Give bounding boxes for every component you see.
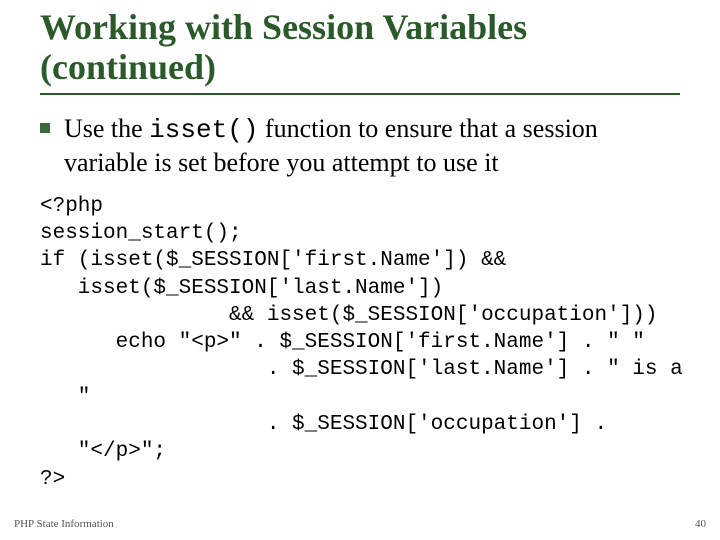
code-block: <?php session_start(); if (isset($_SESSI… — [40, 193, 680, 493]
square-bullet-icon — [40, 123, 50, 133]
slide-title: Working with Session Variables (continue… — [40, 8, 680, 95]
code-line: . $_SESSION['occupation'] . — [40, 413, 607, 436]
bullet-text: Use the isset() function to ensure that … — [64, 113, 680, 178]
code-line: " — [40, 386, 90, 409]
code-line: session_start(); — [40, 222, 242, 245]
slide: Working with Session Variables (continue… — [0, 0, 720, 540]
code-line: "</p>"; — [40, 440, 166, 463]
code-line: <?php — [40, 195, 103, 218]
slide-number: 40 — [695, 518, 706, 530]
code-line: echo "<p>" . $_SESSION['first.Name'] . "… — [40, 331, 645, 354]
bullet-text-pre: Use the — [64, 114, 149, 143]
code-line: && isset($_SESSION['occupation'])) — [40, 304, 658, 327]
code-line: ?> — [40, 468, 65, 491]
code-line: if (isset($_SESSION['first.Name']) && — [40, 249, 506, 272]
code-line: . $_SESSION['last.Name'] . " is a — [40, 358, 683, 381]
code-line: isset($_SESSION['last.Name']) — [40, 277, 443, 300]
bullet-text-code: isset() — [149, 115, 258, 145]
footer-left: PHP State Information — [14, 518, 114, 530]
bullet-row: Use the isset() function to ensure that … — [40, 113, 680, 178]
